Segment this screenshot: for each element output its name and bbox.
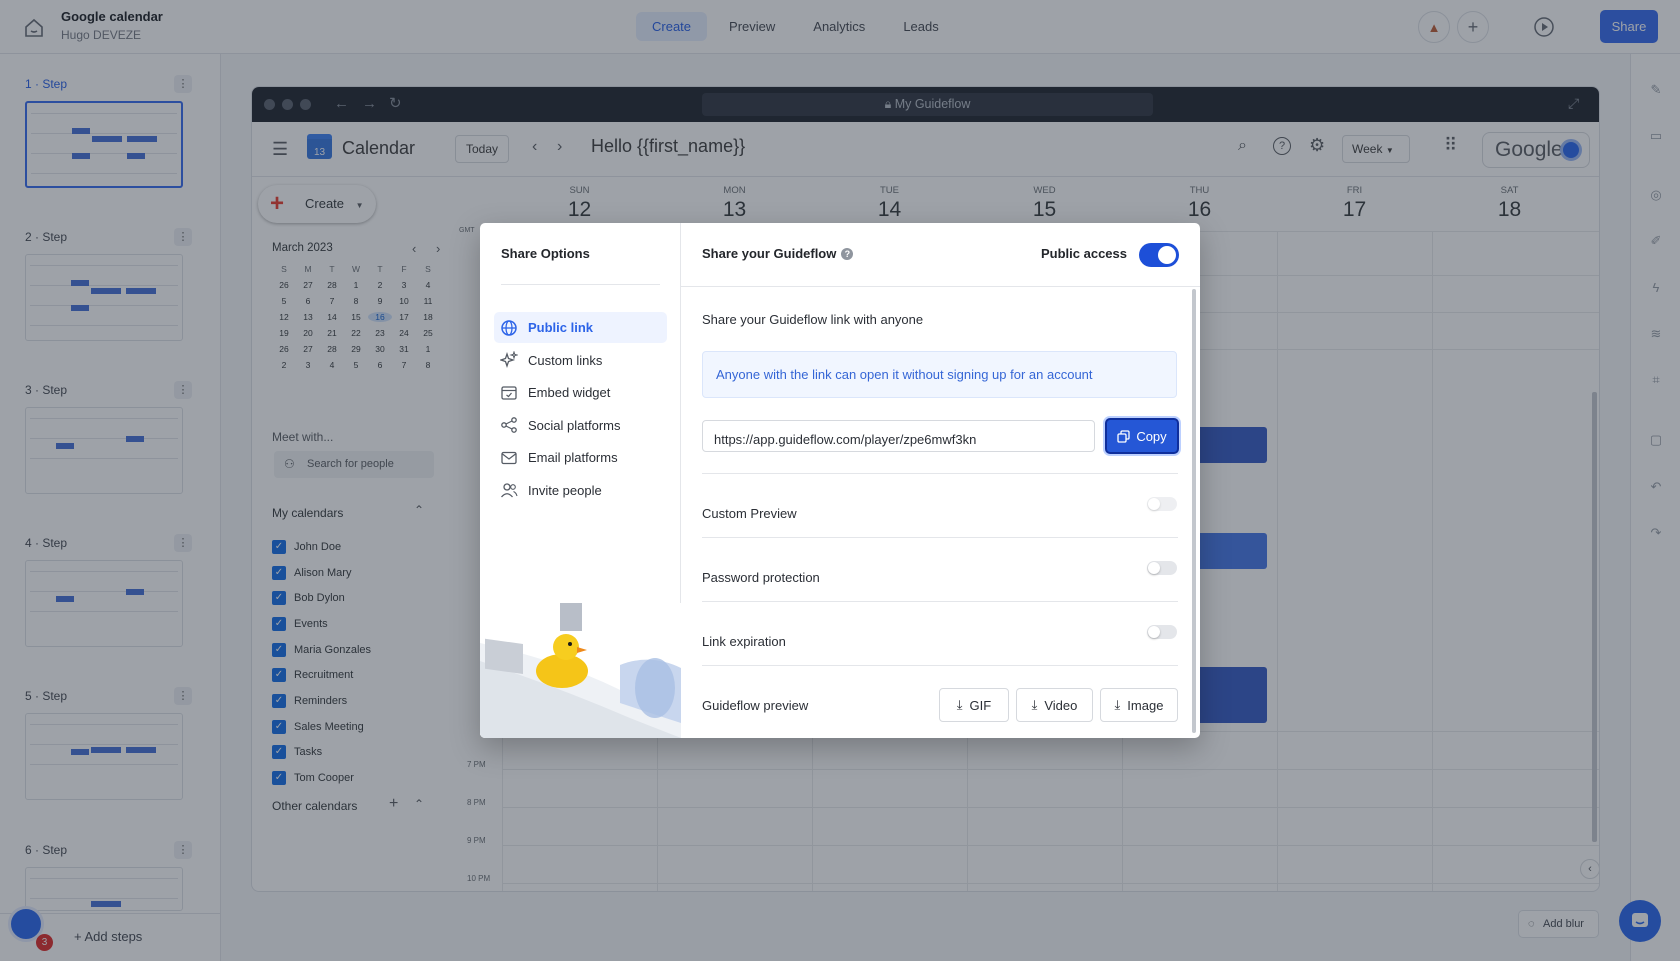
toggle-knob bbox=[1148, 498, 1160, 510]
divider bbox=[501, 284, 660, 285]
video-label: Video bbox=[1044, 697, 1078, 713]
divider bbox=[702, 665, 1178, 666]
share-title-text: Share your Guideflow bbox=[702, 246, 837, 261]
nav-social-platforms[interactable]: Social platforms bbox=[494, 410, 667, 441]
users-icon bbox=[501, 483, 518, 498]
globe-icon bbox=[501, 319, 517, 336]
custom-preview-toggle[interactable] bbox=[1147, 497, 1177, 511]
custom-preview-label: Custom Preview bbox=[702, 506, 797, 521]
embed-icon bbox=[501, 385, 517, 400]
nav-label: Email platforms bbox=[528, 450, 618, 465]
duck-illustration bbox=[480, 603, 681, 738]
share-link-title: Share your Guideflow link with anyone bbox=[702, 312, 924, 327]
public-access-label: Public access bbox=[1041, 246, 1127, 261]
share-panel: Share your Guideflow? Public access Shar… bbox=[681, 223, 1200, 738]
nav-label: Public link bbox=[528, 320, 594, 335]
toggle-knob bbox=[1148, 626, 1160, 638]
password-protection-toggle[interactable] bbox=[1147, 561, 1177, 575]
copy-link-button[interactable]: Copy bbox=[1105, 418, 1179, 454]
nav-label: Custom links bbox=[528, 352, 603, 368]
info-text: Anyone with the link can open it without… bbox=[716, 367, 1093, 382]
share-modal: Share Options Public link Custom links E… bbox=[480, 223, 1200, 738]
share-options-title: Share Options bbox=[501, 246, 590, 261]
share-panel-header: Share your Guideflow? Public access bbox=[681, 223, 1200, 287]
share-options-nav: Public link Custom links Embed widget So… bbox=[494, 312, 667, 507]
divider bbox=[702, 537, 1178, 538]
nav-custom-links[interactable]: Custom links bbox=[494, 345, 667, 376]
nav-email-platforms[interactable]: Email platforms bbox=[494, 442, 667, 473]
nav-public-link[interactable]: Public link bbox=[494, 312, 667, 343]
nav-invite-people[interactable]: Invite people bbox=[494, 475, 667, 506]
nav-label: Social platforms bbox=[528, 417, 621, 433]
sparkles-icon bbox=[500, 351, 518, 369]
mail-icon bbox=[501, 451, 517, 464]
guideflow-preview-label: Guideflow preview bbox=[702, 698, 809, 713]
share-options-sidebar: Share Options Public link Custom links E… bbox=[480, 223, 681, 738]
copy-label: Copy bbox=[1136, 428, 1167, 444]
password-protection-label: Password protection bbox=[702, 570, 820, 585]
share-nodes-icon bbox=[501, 417, 517, 433]
help-icon[interactable]: ? bbox=[841, 248, 854, 260]
link-expiration-toggle[interactable] bbox=[1147, 625, 1177, 639]
download-video-button[interactable]: ⤓ Video bbox=[1016, 688, 1093, 722]
toggle-knob bbox=[1158, 246, 1176, 264]
public-link-field[interactable] bbox=[702, 420, 1095, 452]
nav-label: Invite people bbox=[528, 482, 602, 498]
public-access-toggle[interactable] bbox=[1139, 243, 1179, 267]
download-gif-button[interactable]: ⤓ GIF bbox=[939, 688, 1009, 722]
download-icon: ⤓ bbox=[956, 697, 963, 712]
nav-label: Embed widget bbox=[528, 385, 611, 400]
copy-icon bbox=[1117, 429, 1130, 443]
modal-scrollbar[interactable] bbox=[1192, 289, 1196, 733]
info-notice: Anyone with the link can open it without… bbox=[702, 351, 1177, 398]
download-icon: ⤓ bbox=[1114, 697, 1121, 712]
toggle-knob bbox=[1148, 562, 1160, 574]
link-expiration-label: Link expiration bbox=[702, 634, 786, 649]
gif-label: GIF bbox=[969, 697, 992, 713]
download-image-button[interactable]: ⤓ Image bbox=[1100, 688, 1178, 722]
divider bbox=[702, 473, 1178, 474]
share-panel-title: Share your Guideflow? bbox=[702, 246, 854, 261]
divider bbox=[702, 601, 1178, 602]
download-icon: ⤓ bbox=[1031, 697, 1038, 712]
image-label: Image bbox=[1127, 697, 1164, 713]
nav-embed-widget[interactable]: Embed widget bbox=[494, 377, 667, 408]
